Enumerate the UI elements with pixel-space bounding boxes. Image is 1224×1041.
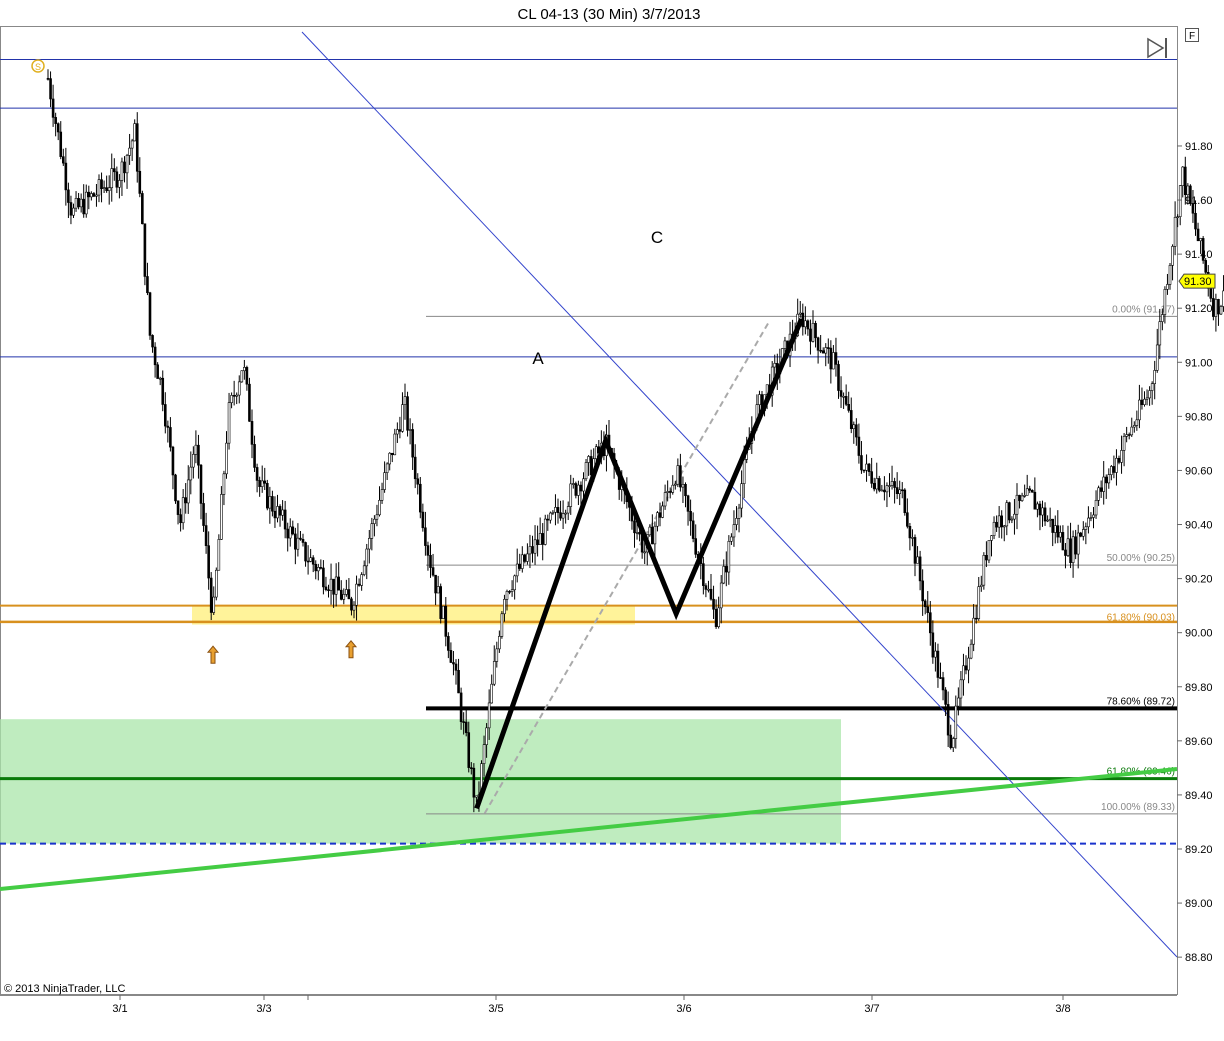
fib-label-3: 78.60% (89.72) xyxy=(1107,696,1175,707)
price-bar xyxy=(156,362,159,379)
x-tick-label: 3/1 xyxy=(112,1003,127,1015)
price-bar xyxy=(500,611,504,639)
price-bar xyxy=(903,488,907,516)
y-tick-label: 89.80 xyxy=(1185,682,1213,694)
price-bar xyxy=(148,291,152,340)
y-tick-label: 90.80 xyxy=(1185,411,1213,423)
price-bar xyxy=(1196,222,1200,242)
pattern-label-c: C xyxy=(651,228,663,247)
f-toggle-label: F xyxy=(1189,31,1195,42)
price-bar xyxy=(987,540,991,564)
y-tick-label: 91.20 xyxy=(1185,303,1213,315)
price-bar xyxy=(174,473,177,504)
price-axis[interactable]: 88.80 89.00 89.20 89.40 89.60 89.80 90.00 90.20… xyxy=(1177,141,1213,964)
price-bar xyxy=(143,223,147,286)
price-bar xyxy=(1217,298,1220,326)
price-bar xyxy=(1079,531,1083,538)
x-tick-label: 3/8 xyxy=(1055,1003,1070,1015)
y-tick-label: 89.40 xyxy=(1185,790,1213,802)
last-price-label: 91.30 xyxy=(1184,276,1212,288)
green-demand-zone xyxy=(0,719,841,844)
x-tick-label: 3/6 xyxy=(676,1003,691,1015)
price-bar xyxy=(441,605,445,620)
price-bar xyxy=(217,534,221,571)
y-tick-label: 91.40 xyxy=(1185,249,1213,261)
y-tick-label: 89.00 xyxy=(1185,898,1213,910)
price-bar xyxy=(220,486,223,540)
price-bar xyxy=(877,475,881,493)
price-bar xyxy=(584,458,588,482)
price-bar xyxy=(1219,304,1223,315)
svg-text:S: S xyxy=(35,62,41,72)
price-chart[interactable]: CL 04-13 (30 Min) 3/7/2013 0.00% (91.17)… xyxy=(0,0,1224,1041)
y-tick-label: 90.40 xyxy=(1185,520,1213,532)
price-bar xyxy=(982,552,986,590)
x-tick-label: 3/3 xyxy=(256,1003,271,1015)
last-price-marker: 91.30 xyxy=(1178,273,1216,289)
price-bar xyxy=(1008,501,1011,524)
chart-title: CL 04-13 (30 Min) 3/7/2013 xyxy=(518,6,701,23)
y-tick-label: 90.00 xyxy=(1185,628,1213,640)
fib-label-1: 50.00% (90.25) xyxy=(1107,553,1175,564)
price-bar xyxy=(543,514,547,546)
pattern-label-a: A xyxy=(532,349,544,368)
copyright-text: © 2013 NinjaTrader, LLC xyxy=(4,983,125,995)
price-bar xyxy=(1181,166,1185,198)
price-bar xyxy=(248,377,251,422)
price-bar xyxy=(265,479,269,511)
price-bar xyxy=(240,370,244,383)
price-bar xyxy=(406,391,409,437)
x-tick-label: 3/7 xyxy=(864,1003,879,1015)
price-bar xyxy=(439,583,443,624)
price-bar xyxy=(1214,293,1218,332)
y-tick-label: 88.80 xyxy=(1185,952,1213,964)
y-tick-label: 90.60 xyxy=(1185,465,1213,477)
price-bar xyxy=(1178,185,1182,226)
y-tick-label: 90.20 xyxy=(1185,574,1213,586)
time-axis[interactable]: 3/1 3/3 3/5 3/6 3/7 3/8 xyxy=(112,995,1071,1015)
price-bar xyxy=(141,190,144,225)
y-tick-label: 89.60 xyxy=(1185,736,1213,748)
y-tick-label: 91.80 xyxy=(1185,141,1213,153)
price-bar xyxy=(215,567,218,601)
y-tick-label: 91.00 xyxy=(1185,357,1213,369)
y-tick-label: 89.20 xyxy=(1185,844,1213,856)
fib-label-5: 100.00% (89.33) xyxy=(1101,802,1175,813)
price-bar xyxy=(1212,288,1215,321)
fib-label-2: 61.80% (90.03) xyxy=(1107,613,1175,624)
f-toggle-button[interactable]: F xyxy=(1185,28,1199,43)
y-tick-label: 91.60 xyxy=(1185,195,1213,207)
x-tick-label: 3/5 xyxy=(488,1003,503,1015)
